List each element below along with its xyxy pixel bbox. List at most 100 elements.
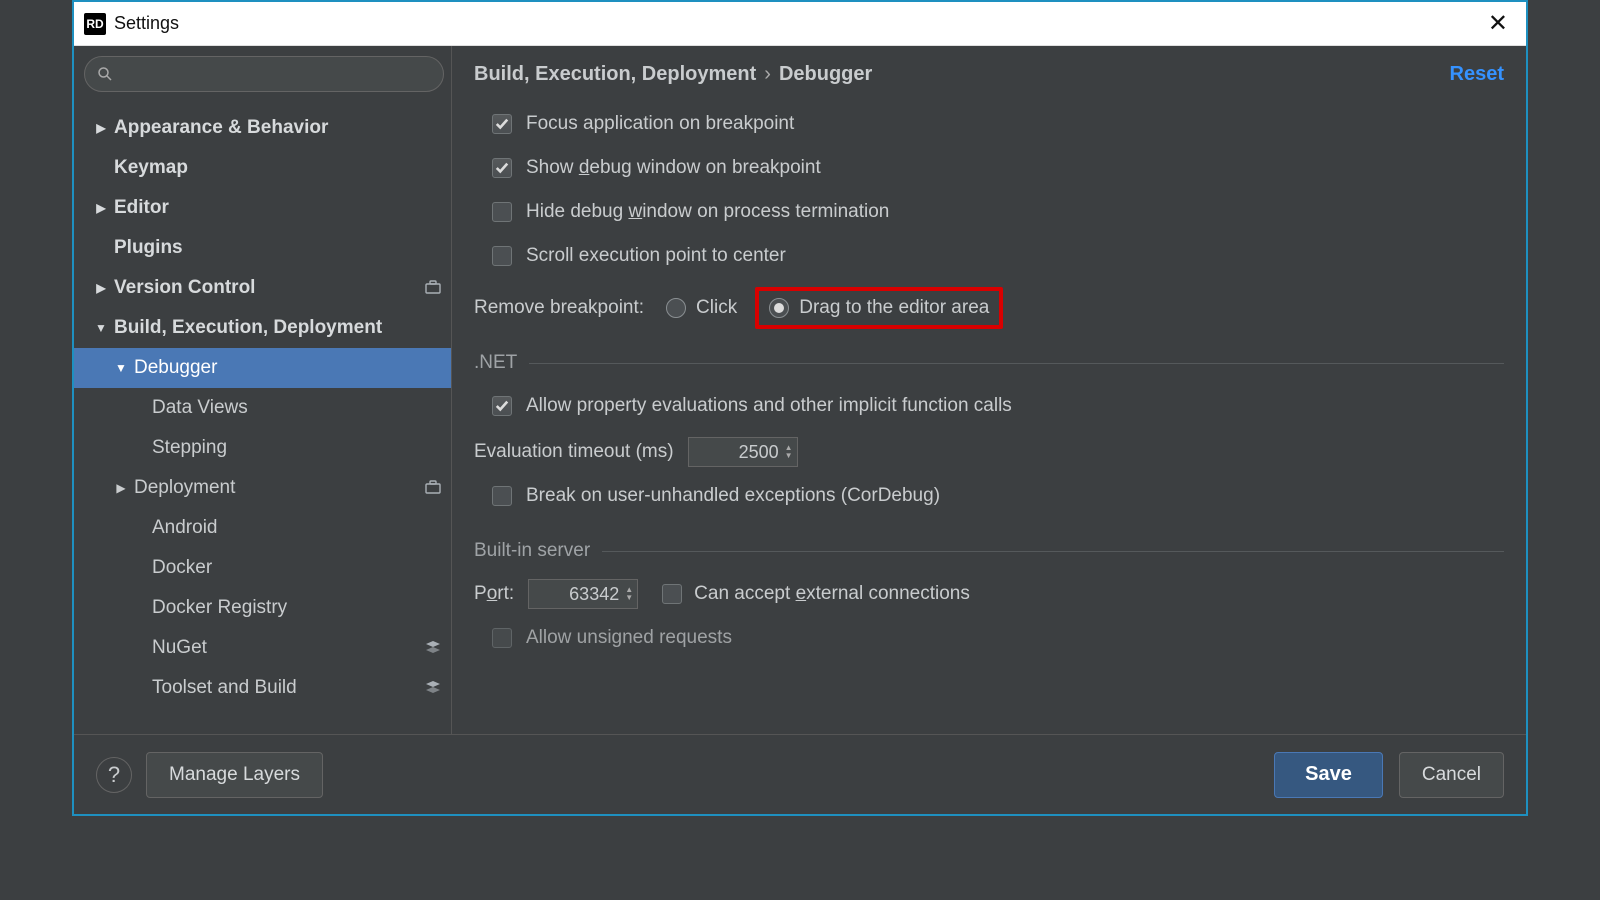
tree-item-build-execution-deployment[interactable]: ▼ Build, Execution, Deployment — [74, 308, 451, 348]
option-label: Focus application on breakpoint — [526, 113, 794, 135]
checkbox-icon[interactable] — [492, 158, 512, 178]
tree-item-editor[interactable]: ▶ Editor — [74, 188, 451, 228]
option-port: Port: 63342 ▲▼ Can accept external conne… — [474, 572, 1504, 616]
tree-item-docker-registry[interactable]: Docker Registry — [74, 588, 451, 628]
tree-item-label: Data Views — [152, 397, 441, 419]
section-builtin-server: Built-in server — [474, 540, 1504, 562]
radio-label: Drag to the editor area — [799, 297, 989, 319]
tree-item-label: Appearance & Behavior — [114, 117, 441, 139]
settings-scroll[interactable]: Focus application on breakpoint Show deb… — [452, 102, 1526, 734]
option-label: Break on user-unhandled exceptions (CorD… — [526, 485, 940, 507]
option-remove-breakpoint: Remove breakpoint: Click Drag to the edi… — [474, 286, 1504, 330]
radio-drag-editor[interactable]: Drag to the editor area — [755, 287, 1003, 329]
titlebar: RD Settings ✕ — [74, 2, 1526, 46]
tree-item-label: Android — [152, 517, 441, 539]
checkbox-icon[interactable] — [492, 628, 512, 648]
checkbox-icon[interactable] — [662, 584, 682, 604]
tree-item-data-views[interactable]: Data Views — [74, 388, 451, 428]
search-icon — [97, 66, 113, 82]
expand-arrow-icon[interactable]: ▶ — [94, 201, 108, 215]
tree-item-label: Docker — [152, 557, 441, 579]
tree-item-label: Keymap — [114, 157, 441, 179]
content-pane: Build, Execution, Deployment›Debugger Re… — [452, 46, 1526, 734]
remove-breakpoint-label: Remove breakpoint: — [474, 297, 644, 319]
tree-item-label: Version Control — [114, 277, 419, 299]
checkbox-icon[interactable] — [492, 202, 512, 222]
option-hide-debug[interactable]: Hide debug window on process termination — [492, 190, 1504, 234]
manage-layers-button[interactable]: Manage Layers — [146, 752, 323, 798]
option-label: Hide debug window on process termination — [526, 201, 889, 223]
spinner-icon[interactable]: ▲▼ — [625, 586, 633, 602]
help-button[interactable]: ? — [96, 757, 132, 793]
option-eval-timeout: Evaluation timeout (ms) 2500 ▲▼ — [474, 430, 1504, 474]
radio-label: Click — [696, 297, 737, 319]
tree-item-label: Build, Execution, Deployment — [114, 317, 441, 339]
option-label: Scroll execution point to center — [526, 245, 786, 267]
tree-item-debugger[interactable]: ▼ Debugger — [74, 348, 451, 388]
tree-item-docker[interactable]: Docker — [74, 548, 451, 588]
option-label: Show debug window on breakpoint — [526, 157, 821, 179]
app-icon: RD — [84, 13, 106, 35]
expand-arrow-icon[interactable]: ▼ — [94, 321, 108, 335]
expand-arrow-icon[interactable]: ▶ — [94, 281, 108, 295]
tree-item-label: Docker Registry — [152, 597, 441, 619]
port-input[interactable]: 63342 ▲▼ — [528, 579, 638, 609]
settings-window: RD Settings ✕ ▶ Appearance & Behavior Keym… — [72, 0, 1528, 816]
window-title: Settings — [114, 13, 1480, 34]
tree-item-plugins[interactable]: Plugins — [74, 228, 451, 268]
tree-item-label: Deployment — [134, 477, 419, 499]
spinner-icon[interactable]: ▲▼ — [785, 444, 793, 460]
tree-item-label: NuGet — [152, 637, 419, 659]
radio-click[interactable]: Click — [658, 293, 745, 323]
tree-item-deployment[interactable]: ▶ Deployment — [74, 468, 451, 508]
tree-item-label: Plugins — [114, 237, 441, 259]
option-show-debug[interactable]: Show debug window on breakpoint — [492, 146, 1504, 190]
layers-icon — [425, 640, 441, 657]
option-scroll-exec[interactable]: Scroll execution point to center — [492, 234, 1504, 278]
option-allow-property-eval[interactable]: Allow property evaluations and other imp… — [492, 384, 1504, 428]
checkbox-icon[interactable] — [492, 486, 512, 506]
layers-icon — [425, 680, 441, 697]
body: ▶ Appearance & Behavior Keymap ▶ Editor Plugi… — [74, 46, 1526, 734]
expand-arrow-icon[interactable]: ▶ — [94, 121, 108, 135]
checkbox-icon[interactable] — [492, 246, 512, 266]
checkbox-icon[interactable] — [492, 114, 512, 134]
option-allow-unsigned[interactable]: Allow unsigned requests — [492, 616, 1504, 660]
tree-item-label: Toolset and Build — [152, 677, 419, 699]
tree-item-label: Editor — [114, 197, 441, 219]
section-net: .NET — [474, 352, 1504, 374]
footer: ? Manage Layers Save Cancel — [74, 734, 1526, 814]
settings-tree[interactable]: ▶ Appearance & Behavior Keymap ▶ Editor Plugi… — [74, 102, 451, 734]
save-button[interactable]: Save — [1274, 752, 1383, 798]
eval-timeout-label: Evaluation timeout (ms) — [474, 441, 674, 463]
search-input[interactable] — [84, 56, 444, 92]
checkbox-icon[interactable] — [492, 396, 512, 416]
option-accept-external[interactable]: Can accept external connections — [694, 583, 970, 605]
tree-item-keymap[interactable]: Keymap — [74, 148, 451, 188]
tree-item-toolset-and-build[interactable]: Toolset and Build — [74, 668, 451, 708]
eval-timeout-input[interactable]: 2500 ▲▼ — [688, 437, 798, 467]
close-icon[interactable]: ✕ — [1480, 9, 1516, 38]
tree-item-version-control[interactable]: ▶ Version Control — [74, 268, 451, 308]
tree-item-nuget[interactable]: NuGet — [74, 628, 451, 668]
reset-link[interactable]: Reset — [1450, 63, 1504, 86]
option-label: Allow property evaluations and other imp… — [526, 395, 1012, 417]
breadcrumb: Build, Execution, Deployment›Debugger — [474, 63, 1450, 86]
option-label: Allow unsigned requests — [526, 627, 732, 649]
radio-icon[interactable] — [769, 298, 789, 318]
tree-item-label: Debugger — [134, 357, 441, 379]
briefcase-icon — [425, 480, 441, 497]
sidebar: ▶ Appearance & Behavior Keymap ▶ Editor Plugi… — [74, 46, 452, 734]
tree-item-label: Stepping — [152, 437, 441, 459]
option-break-unhandled[interactable]: Break on user-unhandled exceptions (CorD… — [492, 474, 1504, 518]
tree-item-stepping[interactable]: Stepping — [74, 428, 451, 468]
expand-arrow-icon[interactable]: ▼ — [114, 361, 128, 375]
expand-arrow-icon[interactable]: ▶ — [114, 481, 128, 495]
radio-icon[interactable] — [666, 298, 686, 318]
cancel-button[interactable]: Cancel — [1399, 752, 1504, 798]
port-label: Port: — [474, 583, 514, 605]
tree-item-appearance-behavior[interactable]: ▶ Appearance & Behavior — [74, 108, 451, 148]
content-header: Build, Execution, Deployment›Debugger Re… — [452, 46, 1526, 102]
tree-item-android[interactable]: Android — [74, 508, 451, 548]
option-focus-app[interactable]: Focus application on breakpoint — [492, 102, 1504, 146]
